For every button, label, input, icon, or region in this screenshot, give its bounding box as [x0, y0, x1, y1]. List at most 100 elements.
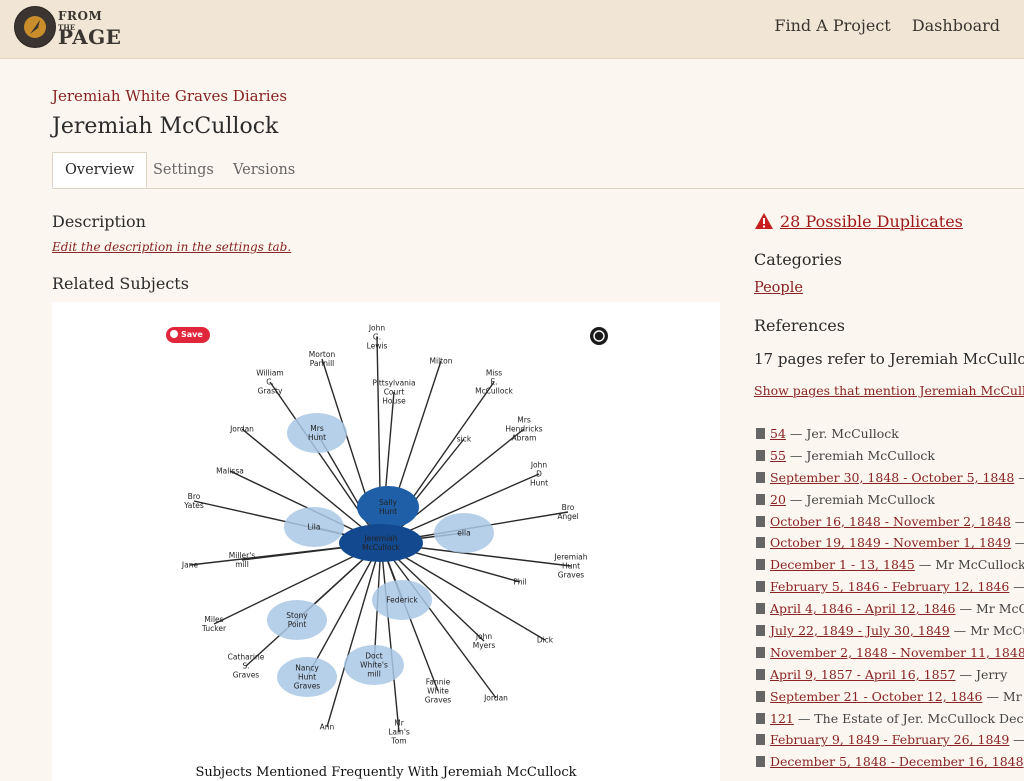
- logo-page-text: PAGE: [58, 25, 122, 49]
- page-icon: [756, 471, 765, 483]
- reference-snippet: — Mr: [1011, 514, 1024, 529]
- graph-node-label[interactable]: Morton Pannill: [309, 350, 336, 368]
- graph-edge: [380, 542, 400, 733]
- fromthepage-logo[interactable]: FROM THE PAGE: [14, 6, 144, 50]
- reference-link[interactable]: 20: [770, 492, 786, 507]
- description-heading: Description: [52, 212, 146, 231]
- reference-snippet: — Jerry: [955, 666, 1008, 682]
- graph-node-label[interactable]: Milton: [430, 357, 453, 366]
- graph-edge: [326, 542, 382, 728]
- graph-node-label[interactable]: Catharine S. Graves: [228, 653, 265, 680]
- reference-item: October 16, 1848 - November 2, 1848 — Mr: [756, 514, 1024, 536]
- page-title: Jeremiah McCullock: [52, 114, 279, 139]
- graph-node-label[interactable]: sick: [457, 435, 472, 444]
- graph-node-label[interactable]: Dick: [537, 636, 554, 645]
- reference-item: November 2, 1848 - November 11, 1848 — M: [756, 645, 1024, 667]
- duplicates-link[interactable]: 28 Possible Duplicates: [780, 212, 963, 231]
- graph-node-label[interactable]: John Myers: [473, 632, 496, 650]
- reference-link[interactable]: 121: [770, 711, 794, 726]
- graph-node-label[interactable]: Mrs Hunt: [308, 424, 326, 442]
- graph-node-label[interactable]: Jordan: [229, 425, 254, 434]
- related-subjects-graph: Save John G. Lewis Morton Pannill Milton Willi…: [52, 302, 720, 781]
- reference-item: 20 — Jeremiah McCullock: [756, 492, 1024, 514]
- reference-link[interactable]: 54: [770, 426, 786, 441]
- graph-node-label[interactable]: Phil: [513, 578, 526, 587]
- reference-item: February 9, 1849 - February 26, 1849 — M…: [756, 732, 1024, 754]
- edit-description-link[interactable]: Edit the description in the settings tab…: [52, 240, 291, 254]
- fullscreen-icon[interactable]: [590, 327, 608, 345]
- nav-find-a-project[interactable]: Find A Project: [774, 16, 890, 35]
- tab-settings[interactable]: Settings: [141, 152, 226, 188]
- page-icon: [756, 449, 765, 461]
- reference-link[interactable]: February 5, 1846 - February 12, 1846: [770, 579, 1009, 594]
- reference-link[interactable]: December 5, 1848 - December 16, 1848: [770, 754, 1024, 769]
- reference-item: December 5, 1848 - December 16, 1848 — J…: [756, 754, 1024, 776]
- reference-item: July 22, 1849 - July 30, 1849 — Mr McCul…: [756, 623, 1024, 645]
- graph-node-label[interactable]: Mrs Hendricks Abram: [505, 416, 542, 443]
- reference-link[interactable]: April 4, 1846 - April 12, 1846: [770, 601, 956, 616]
- page-icon: [756, 690, 765, 702]
- graph-node-label[interactable]: Bro Yates: [183, 492, 204, 510]
- graph-node-label[interactable]: ella: [457, 529, 470, 538]
- reference-link[interactable]: April 9, 1857 - April 16, 1857: [770, 667, 956, 682]
- categories-heading: Categories: [754, 250, 842, 269]
- graph-node-label[interactable]: Stony Point: [286, 611, 308, 629]
- network-graph: John G. Lewis Morton Pannill Milton William C. G…: [181, 324, 608, 746]
- graph-node-label[interactable]: Federick: [386, 596, 418, 605]
- page-icon: [756, 603, 765, 615]
- page-icon: [756, 625, 765, 637]
- page-icon: [756, 493, 765, 505]
- reference-item: October 19, 1849 - November 1, 1849 — Je…: [756, 535, 1024, 557]
- graph-node-label[interactable]: John D Hunt: [530, 461, 548, 488]
- tab-versions[interactable]: Versions: [221, 152, 307, 188]
- graph-node-label[interactable]: Jeremiah Hunt Graves: [553, 553, 587, 580]
- duplicates-warning[interactable]: 28 Possible Duplicates: [754, 212, 963, 231]
- reference-link[interactable]: July 22, 1849 - July 30, 1849: [770, 623, 950, 638]
- graph-node-label[interactable]: Sally Hunt: [379, 498, 398, 516]
- page-icon: [756, 734, 765, 746]
- graph-node-label[interactable]: William C. Grasty: [256, 369, 284, 396]
- graph-caption: Subjects Mentioned Frequently With Jerem…: [195, 765, 577, 780]
- reference-snippet: — Mr McC: [986, 688, 1024, 704]
- page-icon: [756, 559, 765, 571]
- reference-item: December 1 - 13, 1845 — Mr McCullocks: [756, 557, 1024, 579]
- nav-dashboard[interactable]: Dashboard: [912, 16, 1000, 35]
- graph-node-label[interactable]: Malissa: [216, 467, 244, 476]
- graph-node-label[interactable]: Miles Tucker: [201, 615, 227, 633]
- reference-snippet: — Mr McCulloc: [959, 601, 1024, 617]
- warning-icon: [755, 213, 773, 229]
- graph-node-label[interactable]: Fannie White Graves: [425, 678, 452, 705]
- reference-item: 55 — Jeremiah McCullock: [756, 448, 1024, 470]
- graph-node-label[interactable]: Lila: [308, 523, 321, 532]
- reference-link[interactable]: December 1 - 13, 1845: [770, 557, 915, 572]
- page-icon: [756, 646, 765, 658]
- reference-link[interactable]: September 21 - October 12, 1846: [770, 689, 982, 704]
- graph-node-label[interactable]: Jane: [181, 561, 199, 570]
- graph-node-label[interactable]: Miss E. McCullock: [475, 369, 513, 396]
- reference-link[interactable]: September 30, 1848 - October 5, 1848: [770, 470, 1014, 485]
- collection-breadcrumb[interactable]: Jeremiah White Graves Diaries: [52, 87, 287, 105]
- logo-from-text: FROM: [58, 9, 103, 23]
- reference-snippet: — Jer. McCullock: [785, 426, 899, 441]
- reference-snippet: — The Estate of Jer. McCullock Decd: [793, 710, 1024, 726]
- reference-snippet: — Mr McCullocks: [914, 557, 1024, 573]
- reference-link[interactable]: October 16, 1848 - November 2, 1848: [770, 514, 1011, 529]
- show-pages-link[interactable]: Show pages that mention Jeremiah McCullo…: [754, 383, 1024, 398]
- graph-node-label[interactable]: Jordan: [483, 694, 508, 703]
- category-people-link[interactable]: People: [754, 280, 803, 296]
- reference-snippet: — Mr: [1009, 579, 1024, 594]
- graph-node-label[interactable]: Bro Angel: [557, 503, 578, 521]
- reference-link[interactable]: 55: [770, 448, 786, 463]
- graph-node-label[interactable]: Mr Lain's Tom: [388, 719, 410, 746]
- tab-overview[interactable]: Overview: [52, 152, 148, 188]
- reference-link[interactable]: November 2, 1848 - November 11, 1848: [770, 645, 1024, 660]
- graph-node-label[interactable]: Ann: [320, 723, 335, 732]
- reference-snippet: — Jeremiah McCullock: [785, 491, 935, 507]
- reference-item: 121 — The Estate of Jer. McCullock Decd: [756, 711, 1024, 733]
- reference-link[interactable]: October 19, 1849 - November 1, 1849: [770, 535, 1011, 550]
- reference-link[interactable]: February 9, 1849 - February 26, 1849: [770, 732, 1009, 747]
- graph-center-label: Jeremiah McCullock: [362, 534, 400, 552]
- graph-node-label[interactable]: John G. Lewis: [367, 324, 388, 351]
- quill-icon: [14, 6, 56, 48]
- reference-item: April 9, 1857 - April 16, 1857 — Jerry: [756, 667, 1024, 689]
